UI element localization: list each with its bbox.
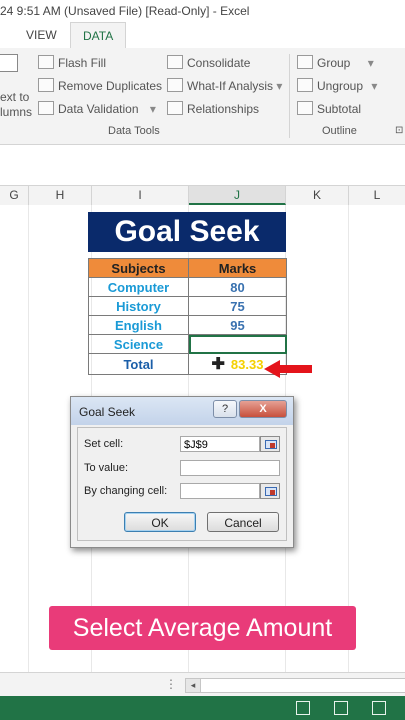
page-break-view-icon[interactable] [372,701,386,715]
dialog-title: Goal Seek [79,405,136,419]
close-button[interactable]: X [239,400,287,418]
column-header-k[interactable]: K [286,186,349,205]
red-arrow-icon [264,360,312,378]
sheet-tab-splitter-icon[interactable]: ⋮ [165,677,177,691]
column-header-g[interactable]: G [0,186,29,205]
chevron-down-icon: ▾ [367,56,374,70]
dialog-titlebar[interactable]: Goal Seek ? X [71,397,293,425]
flash-fill-icon [38,55,54,69]
column-header-j[interactable]: J [189,186,286,205]
dialog-launcher-icon[interactable]: ⊡ [395,125,403,136]
ungroup-label: Ungroup [317,79,364,93]
changing-cell-field[interactable] [180,483,260,499]
collapse-dialog-icon[interactable] [260,483,280,499]
consolidate-icon [167,55,183,69]
column-header-i[interactable]: I [92,186,189,205]
subtotal-button[interactable]: Subtotal [297,101,361,116]
changing-cell-label: By changing cell: [84,485,168,497]
chevron-down-icon: ▾ [371,79,378,93]
set-cell-field[interactable]: $J$9 [180,436,260,452]
window-title: 24 9:51 AM (Unsaved File) [Read-Only] - … [0,0,405,22]
column-headers: G H I J K L [0,186,405,206]
header-subjects[interactable]: Subjects [88,258,189,278]
to-value-label: To value: [84,462,129,474]
data-validation-icon [38,101,54,115]
text-to-columns-label-1[interactable]: ext to [0,90,29,104]
scroll-left-icon[interactable]: ◂ [186,679,201,692]
cancel-button[interactable]: Cancel [207,512,279,532]
marks-table: Subjects Marks Computer 80 History 75 En… [88,258,287,375]
cell-subject[interactable]: English [88,315,189,335]
flash-fill-label: Flash Fill [58,56,107,70]
cell-subject[interactable]: Science [88,334,189,354]
goal-seek-dialog: Goal Seek ? X Set cell: $J$9 To value: B… [70,396,294,548]
formula-bar-area [0,145,405,186]
remove-duplicates-button[interactable]: Remove Duplicates [38,78,162,93]
cell-subject[interactable]: History [88,296,189,316]
column-header-l[interactable]: L [349,186,405,205]
tab-view[interactable]: VIEW [14,22,69,48]
collapse-dialog-icon[interactable] [260,436,280,452]
help-button[interactable]: ? [213,400,237,418]
ribbon-separator [289,54,290,138]
ok-button[interactable]: OK [124,512,196,532]
caption-banner: Select Average Amount [49,606,356,650]
subtotal-label: Subtotal [317,102,362,116]
data-validation-button[interactable]: Data Validation ▾ [38,101,156,116]
tab-data[interactable]: DATA [70,22,127,50]
cell-subject[interactable]: Computer [88,277,189,297]
chevron-down-icon: ▾ [276,79,283,93]
page-layout-view-icon[interactable] [334,701,348,715]
horizontal-scrollbar-area: ⋮ ◂ [0,672,405,697]
data-validation-label: Data Validation [58,102,139,116]
consolidate-label: Consolidate [187,56,251,70]
subtotal-icon [297,101,313,115]
what-if-analysis-button[interactable]: What-If Analysis ▾ [167,78,282,93]
ungroup-icon [297,78,313,92]
header-marks[interactable]: Marks [188,258,287,278]
relationships-label: Relationships [187,102,260,116]
set-cell-label: Set cell: [84,438,124,450]
ribbon: ext to lumns Flash Fill Remove Duplicate… [0,48,405,145]
cell-marks[interactable]: 75 [188,296,287,316]
horizontal-scrollbar[interactable]: ◂ [185,678,405,693]
text-to-columns-label-2[interactable]: lumns [0,105,32,119]
relationships-button[interactable]: Relationships [167,101,259,116]
data-tools-group-label: Data Tools [108,125,160,137]
cell-total-label[interactable]: Total [88,353,189,375]
text-to-columns-icon[interactable] [0,54,18,75]
remove-duplicates-icon [38,78,54,92]
flash-fill-button[interactable]: Flash Fill [38,55,106,70]
dialog-body: Set cell: $J$9 To value: By changing cel… [77,427,287,541]
outline-group-label: Outline [322,125,357,137]
cell-marks-science[interactable] [188,334,287,354]
what-if-label: What-If Analysis [187,79,274,93]
to-value-field[interactable] [180,460,280,476]
consolidate-button[interactable]: Consolidate [167,55,250,70]
remove-duplicates-label: Remove Duplicates [58,79,163,93]
what-if-icon [167,78,183,92]
ungroup-button[interactable]: Ungroup ▾ [297,78,377,93]
normal-view-icon[interactable] [296,701,310,715]
gridline [28,205,29,693]
total-value-text: 83.33 [230,357,264,372]
group-icon [297,55,313,69]
group-label: Group [317,56,351,70]
relationships-icon [167,101,183,115]
cell-cursor-icon: ✚ [211,356,225,373]
group-button[interactable]: Group ▾ [297,55,374,70]
column-header-h[interactable]: H [29,186,92,205]
chevron-down-icon: ▾ [149,102,156,116]
cell-marks[interactable]: 95 [188,315,287,335]
status-bar [0,696,405,720]
goal-seek-banner: Goal Seek [88,212,286,252]
ribbon-tabs: VIEW DATA [0,22,405,50]
cell-marks[interactable]: 80 [188,277,287,297]
